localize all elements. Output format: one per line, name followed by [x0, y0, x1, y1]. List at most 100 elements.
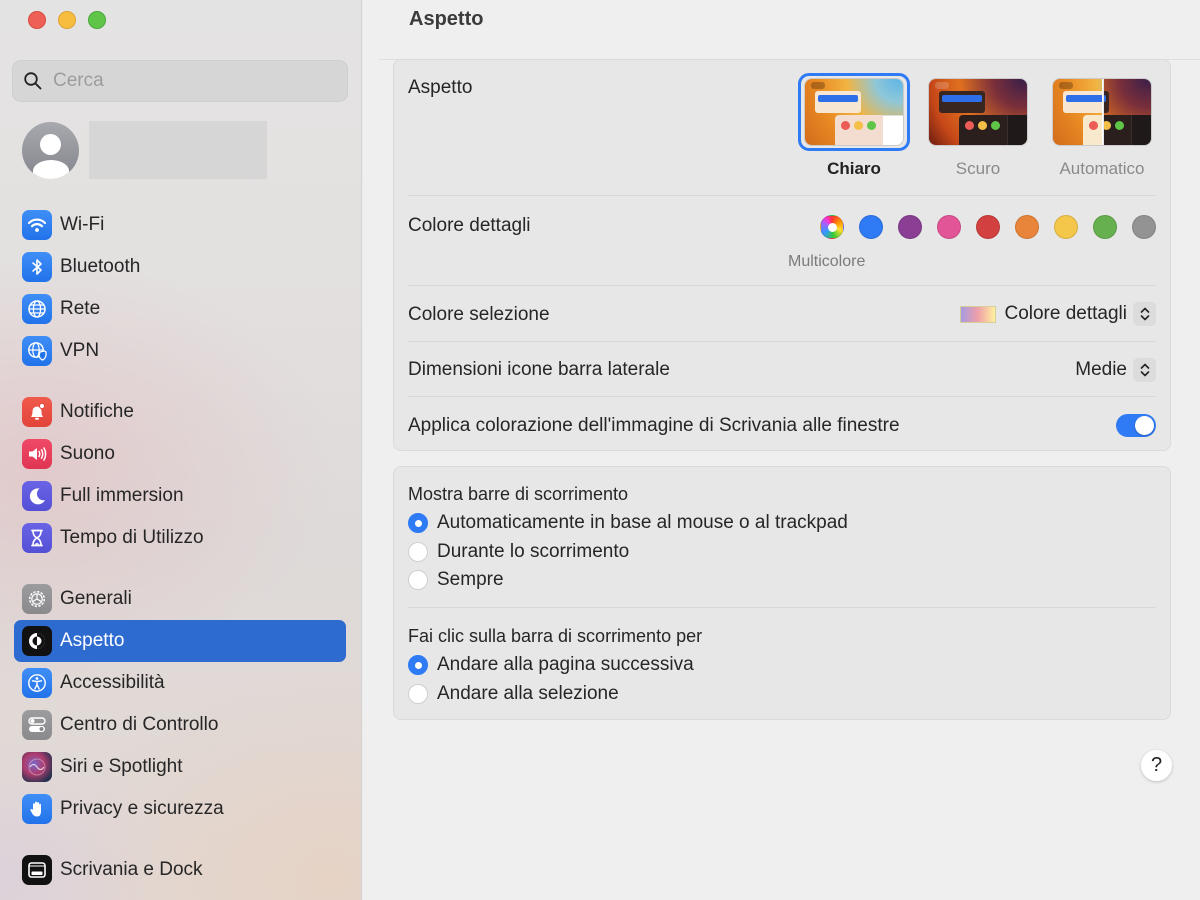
- appearance-option-auto[interactable]: Automatico: [1048, 73, 1156, 179]
- main-content: Aspetto Aspetto Chiaro Scuro Automatico …: [363, 0, 1200, 900]
- toggle-knob: [1135, 416, 1154, 435]
- radio-scroll-always[interactable]: Sempre: [408, 569, 504, 591]
- radio-button[interactable]: [408, 513, 428, 533]
- wallpaper-tinting-toggle[interactable]: [1116, 414, 1156, 437]
- page-title: Aspetto: [409, 8, 484, 30]
- accent-swatch-yellow[interactable]: [1054, 215, 1078, 239]
- chevron-up-down-icon: [1133, 358, 1156, 382]
- window-controls: [28, 11, 106, 29]
- account-row[interactable]: [22, 121, 267, 179]
- sidebar-item-suono[interactable]: Suono: [14, 433, 346, 475]
- person-body-icon: [32, 159, 69, 179]
- sidebar-item-scrivania-dock[interactable]: Scrivania e Dock: [14, 849, 346, 891]
- accent-color-swatches: [820, 215, 1156, 239]
- highlight-color-label: Colore selezione: [408, 304, 550, 325]
- radio-label: Durante lo scorrimento: [437, 541, 630, 562]
- sidebar-item-notifiche[interactable]: Notifiche: [14, 391, 346, 433]
- sidebar-item-accessibilita[interactable]: Accessibilità: [14, 662, 346, 704]
- radio-label: Andare alla selezione: [437, 683, 619, 704]
- accessibility-icon: [22, 668, 52, 698]
- gear-icon: [22, 584, 52, 614]
- sidebar-icon-size-label: Dimensioni icone barra laterale: [408, 359, 670, 380]
- accent-selected-label: Multicolore: [788, 253, 866, 270]
- zoom-window-button[interactable]: [88, 11, 106, 29]
- highlight-color-popup[interactable]: Colore dettagli: [960, 302, 1156, 326]
- sidebar-item-aspetto[interactable]: Aspetto: [14, 620, 346, 662]
- speaker-icon: [22, 439, 52, 469]
- search-field[interactable]: [12, 60, 348, 102]
- appearance-option-dark[interactable]: Scuro: [924, 73, 1032, 179]
- sidebar-item-tempo-utilizzo[interactable]: Tempo di Utilizzo: [14, 517, 346, 559]
- radio-label: Sempre: [437, 569, 504, 590]
- sidebar-icon-size-popup[interactable]: Medie: [1075, 358, 1156, 382]
- accent-swatch-purple[interactable]: [898, 215, 922, 239]
- sidebar-item-vpn[interactable]: VPN: [14, 330, 346, 372]
- sidebar-nav: Wi-Fi Bluetooth Rete VPN Notifiche Suono…: [14, 204, 346, 891]
- accent-swatch-blue[interactable]: [859, 215, 883, 239]
- appearance-option-label: Chiaro: [827, 159, 881, 178]
- accent-swatch-pink[interactable]: [937, 215, 961, 239]
- sidebar-item-full-immersion[interactable]: Full immersion: [14, 475, 346, 517]
- divider: [408, 396, 1156, 397]
- radio-scroll-auto[interactable]: Automaticamente in base al mouse o al tr…: [408, 512, 848, 534]
- accent-swatch-multicolor[interactable]: [820, 215, 844, 239]
- sidebar-item-label: Tempo di Utilizzo: [60, 527, 204, 548]
- search-input[interactable]: [53, 70, 333, 92]
- accent-swatch-orange[interactable]: [1015, 215, 1039, 239]
- sidebar-item-label: VPN: [60, 340, 100, 361]
- vpn-globe-shield-icon: [22, 336, 52, 366]
- sidebar-item-bluetooth[interactable]: Bluetooth: [14, 246, 346, 288]
- control-center-icon: [22, 710, 52, 740]
- search-icon: [24, 72, 42, 90]
- sidebar-item-generali[interactable]: Generali: [14, 578, 346, 620]
- dark-theme-thumbnail: [929, 79, 1027, 145]
- sidebar-item-wifi[interactable]: Wi-Fi: [14, 204, 346, 246]
- radio-jump-next-page[interactable]: Andare alla pagina successiva: [408, 654, 694, 676]
- radio-button[interactable]: [408, 655, 428, 675]
- hand-icon: [22, 794, 52, 824]
- appearance-icon: [22, 626, 52, 656]
- appearance-option-label: Automatico: [1059, 159, 1145, 178]
- sidebar-item-label: Aspetto: [60, 630, 125, 651]
- click-scroll-bar-title: Fai clic sulla barra di scorrimento per: [408, 626, 703, 646]
- radio-button[interactable]: [408, 570, 428, 590]
- sidebar-item-label: Siri e Spotlight: [60, 756, 183, 777]
- sidebar-item-label: Privacy e sicurezza: [60, 798, 224, 819]
- appearance-options: Chiaro Scuro Automatico: [798, 73, 1156, 179]
- divider: [408, 285, 1156, 286]
- radio-button[interactable]: [408, 542, 428, 562]
- wifi-icon: [22, 210, 52, 240]
- moon-icon: [22, 481, 52, 511]
- sidebar-item-label: Suono: [60, 443, 115, 464]
- sidebar-item-label: Bluetooth: [60, 256, 141, 277]
- appearance-option-light[interactable]: Chiaro: [798, 73, 910, 179]
- sidebar-item-label: Rete: [60, 298, 101, 319]
- accent-swatch-green[interactable]: [1093, 215, 1117, 239]
- radio-scroll-when-scrolling[interactable]: Durante lo scorrimento: [408, 541, 629, 563]
- radio-label: Automaticamente in base al mouse o al tr…: [437, 512, 848, 533]
- radio-button[interactable]: [408, 684, 428, 704]
- person-head-icon: [40, 133, 61, 155]
- help-button[interactable]: ?: [1141, 750, 1172, 781]
- accent-swatch-graphite[interactable]: [1132, 215, 1156, 239]
- sidebar-item-rete[interactable]: Rete: [14, 288, 346, 330]
- divider: [408, 195, 1156, 196]
- divider: [408, 607, 1156, 608]
- auto-theme-thumbnail: [1053, 79, 1151, 145]
- sidebar-item-privacy[interactable]: Privacy e sicurezza: [14, 788, 346, 830]
- radio-jump-to-spot[interactable]: Andare alla selezione: [408, 683, 619, 705]
- appearance-settings-panel: Aspetto Chiaro Scuro Automatico Colore d…: [393, 59, 1171, 451]
- close-window-button[interactable]: [28, 11, 46, 29]
- sidebar-item-centro-controllo[interactable]: Centro di Controllo: [14, 704, 346, 746]
- light-theme-thumbnail: [805, 79, 903, 145]
- accent-swatch-red[interactable]: [976, 215, 1000, 239]
- radio-label: Andare alla pagina successiva: [437, 654, 694, 675]
- theme-thumbnail-frame: [922, 73, 1034, 151]
- sidebar-item-label: Wi-Fi: [60, 214, 105, 235]
- sidebar-item-label: Generali: [60, 588, 132, 609]
- sidebar-item-siri-spotlight[interactable]: Siri e Spotlight: [14, 746, 346, 788]
- minimize-window-button[interactable]: [58, 11, 76, 29]
- sidebar-item-label: Scrivania e Dock: [60, 859, 203, 880]
- sidebar: Wi-Fi Bluetooth Rete VPN Notifiche: [0, 0, 362, 900]
- bluetooth-icon: [22, 252, 52, 282]
